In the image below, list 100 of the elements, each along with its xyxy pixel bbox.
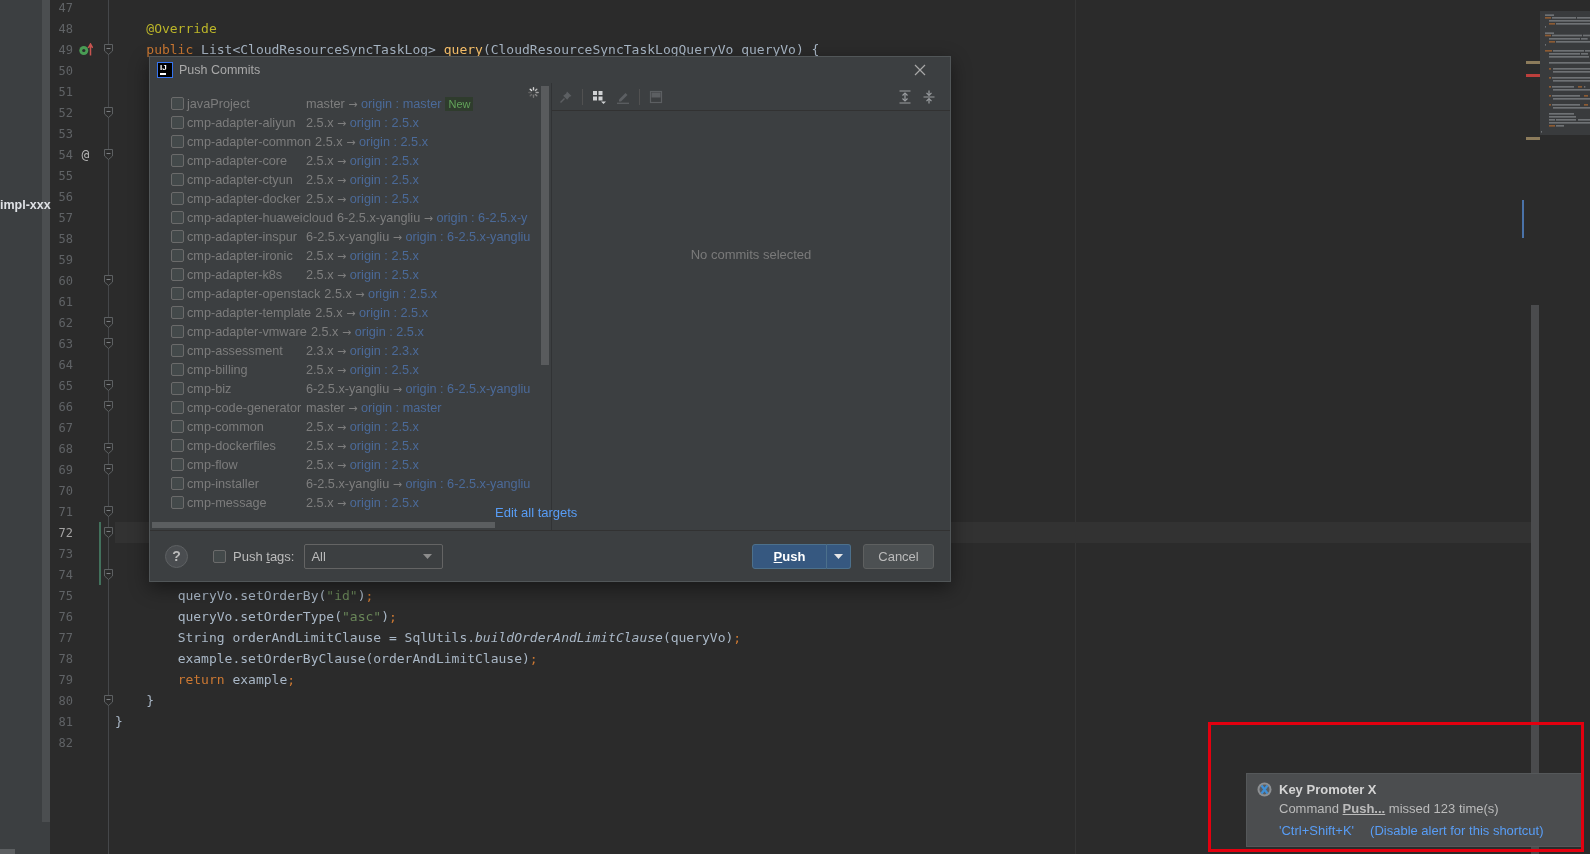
- checkbox[interactable]: [171, 154, 184, 167]
- checkbox[interactable]: [171, 173, 184, 186]
- checkbox[interactable]: [171, 344, 184, 357]
- edit-targets-link[interactable]: Edit all targets: [495, 505, 578, 520]
- checkbox[interactable]: [171, 477, 184, 490]
- checkbox[interactable]: [171, 306, 184, 319]
- repository-name: cmp-adapter-ironic: [187, 248, 294, 263]
- close-icon[interactable]: [914, 64, 926, 76]
- checkbox[interactable]: [171, 230, 184, 243]
- line-number: 74: [57, 567, 73, 582]
- line-number: 69: [57, 462, 73, 477]
- notification-link[interactable]: 'Ctrl+Shift+K': [1279, 822, 1355, 838]
- fold-marker-icon[interactable]: [104, 275, 113, 286]
- checkbox[interactable]: [171, 458, 184, 471]
- grid-icon[interactable]: [592, 89, 606, 104]
- repository-name: cmp-adapter-huaweicloud: [187, 210, 333, 225]
- line-number: 54: [57, 147, 73, 162]
- checkbox[interactable]: [171, 192, 184, 205]
- fold-marker-icon[interactable]: [104, 338, 113, 349]
- repository-name: cmp-adapter-k8s: [187, 267, 284, 282]
- new-badge: New: [445, 96, 474, 111]
- fold-marker-icon[interactable]: [104, 443, 113, 454]
- code-line: queryVo.setOrderType("asc");: [177, 609, 397, 624]
- checkbox[interactable]: [171, 287, 184, 300]
- horizontal-scrollbar[interactable]: [152, 522, 495, 528]
- expand-all-icon[interactable]: [898, 89, 912, 104]
- line-number: 75: [57, 588, 73, 603]
- fold-marker-icon[interactable]: [104, 464, 113, 475]
- line-number: 55: [57, 168, 73, 183]
- line-number: 78: [57, 651, 73, 666]
- repository-name: cmp-flow: [187, 457, 239, 472]
- code-line: return example;: [177, 672, 296, 687]
- checkbox[interactable]: [171, 420, 184, 433]
- project-tree-item[interactable]: impl-xxx: [0, 197, 51, 213]
- push-target: 2.5.x → origin : 2.5.x: [306, 438, 419, 453]
- line-number: 49: [57, 42, 73, 57]
- notification-title: Key Promoter X: [1279, 781, 1378, 797]
- line-number: 80: [57, 693, 73, 708]
- notification-link[interactable]: (Disable alert for this shortcut): [1370, 822, 1544, 838]
- help-button[interactable]: ?: [165, 544, 188, 568]
- checkbox[interactable]: [171, 363, 184, 376]
- minimap-drawing[interactable]: [1540, 11, 1590, 135]
- push-target: 2.5.x → origin : 2.5.x: [306, 172, 419, 187]
- checkbox[interactable]: [171, 439, 184, 452]
- checkbox[interactable]: [171, 496, 184, 509]
- fold-marker-icon[interactable]: [104, 44, 113, 55]
- push-target: 6-2.5.x-yangliu → origin : 6-2.5.x-yangliu: [306, 381, 531, 396]
- checkbox[interactable]: [171, 268, 184, 281]
- push-target: 2.5.x → origin : 2.5.x: [306, 153, 419, 168]
- push-target: 2.5.x → origin : 2.5.x: [306, 419, 419, 434]
- push-target: 2.5.x → origin : 2.5.x: [306, 115, 419, 130]
- vertical-scrollbar[interactable]: [541, 86, 549, 365]
- repository-name: cmp-assessment: [187, 343, 284, 358]
- checkbox[interactable]: [171, 97, 184, 110]
- fold-marker-icon[interactable]: [104, 149, 113, 160]
- line-number: 48: [57, 21, 73, 36]
- repository-name: cmp-adapter-common: [187, 134, 312, 149]
- stripe-marker-icon[interactable]: [1522, 200, 1524, 238]
- code-line: }: [146, 693, 155, 708]
- fold-marker-icon[interactable]: [104, 506, 113, 517]
- gutter-marker[interactable]: @: [81, 147, 90, 162]
- push-button[interactable]: Push: [752, 543, 827, 569]
- fold-marker-icon[interactable]: [104, 380, 113, 391]
- checkbox[interactable]: [171, 135, 184, 148]
- stripe-marker-icon[interactable]: [1526, 137, 1540, 140]
- checkbox[interactable]: [171, 401, 184, 414]
- repository-name: cmp-adapter-template: [187, 305, 312, 320]
- checkbox[interactable]: [171, 211, 184, 224]
- repository-name: cmp-adapter-docker: [187, 191, 302, 206]
- fold-marker-icon[interactable]: [104, 107, 113, 118]
- fold-marker-icon[interactable]: [104, 569, 113, 580]
- repository-name: cmp-biz: [187, 381, 233, 396]
- repository-name: cmp-adapter-vmware: [187, 324, 307, 339]
- fold-marker-icon[interactable]: [104, 317, 113, 328]
- line-number: 68: [57, 441, 73, 456]
- stripe-marker-icon[interactable]: [1526, 61, 1540, 64]
- cancel-button[interactable]: Cancel: [863, 543, 934, 569]
- line-number: 57: [57, 210, 73, 225]
- line-number: 52: [57, 105, 73, 120]
- collapse-all-icon[interactable]: [922, 89, 936, 104]
- checkbox[interactable]: [213, 549, 226, 563]
- checkbox[interactable]: [171, 249, 184, 262]
- fold-marker-icon[interactable]: [104, 695, 113, 706]
- line-number: 59: [57, 252, 73, 267]
- fold-marker-icon[interactable]: [104, 527, 113, 538]
- line-number: 73: [57, 546, 73, 561]
- repository-name: cmp-adapter-aliyun: [187, 115, 297, 130]
- checkbox[interactable]: [171, 325, 184, 338]
- checkbox[interactable]: [171, 116, 184, 129]
- circle-up-arrow-icon[interactable]: [78, 43, 93, 56]
- fold-marker-icon[interactable]: [104, 401, 113, 412]
- line-number: 65: [57, 378, 73, 393]
- line-number: 58: [57, 231, 73, 246]
- stripe-marker-icon[interactable]: [1526, 74, 1540, 77]
- horizontal-scrollbar[interactable]: [0, 849, 15, 854]
- code-line: @Override: [146, 21, 217, 36]
- push-tags-dropdown[interactable]: All: [304, 543, 444, 569]
- checkbox[interactable]: [171, 382, 184, 395]
- line-number: 66: [57, 399, 73, 414]
- line-number: 62: [57, 315, 73, 330]
